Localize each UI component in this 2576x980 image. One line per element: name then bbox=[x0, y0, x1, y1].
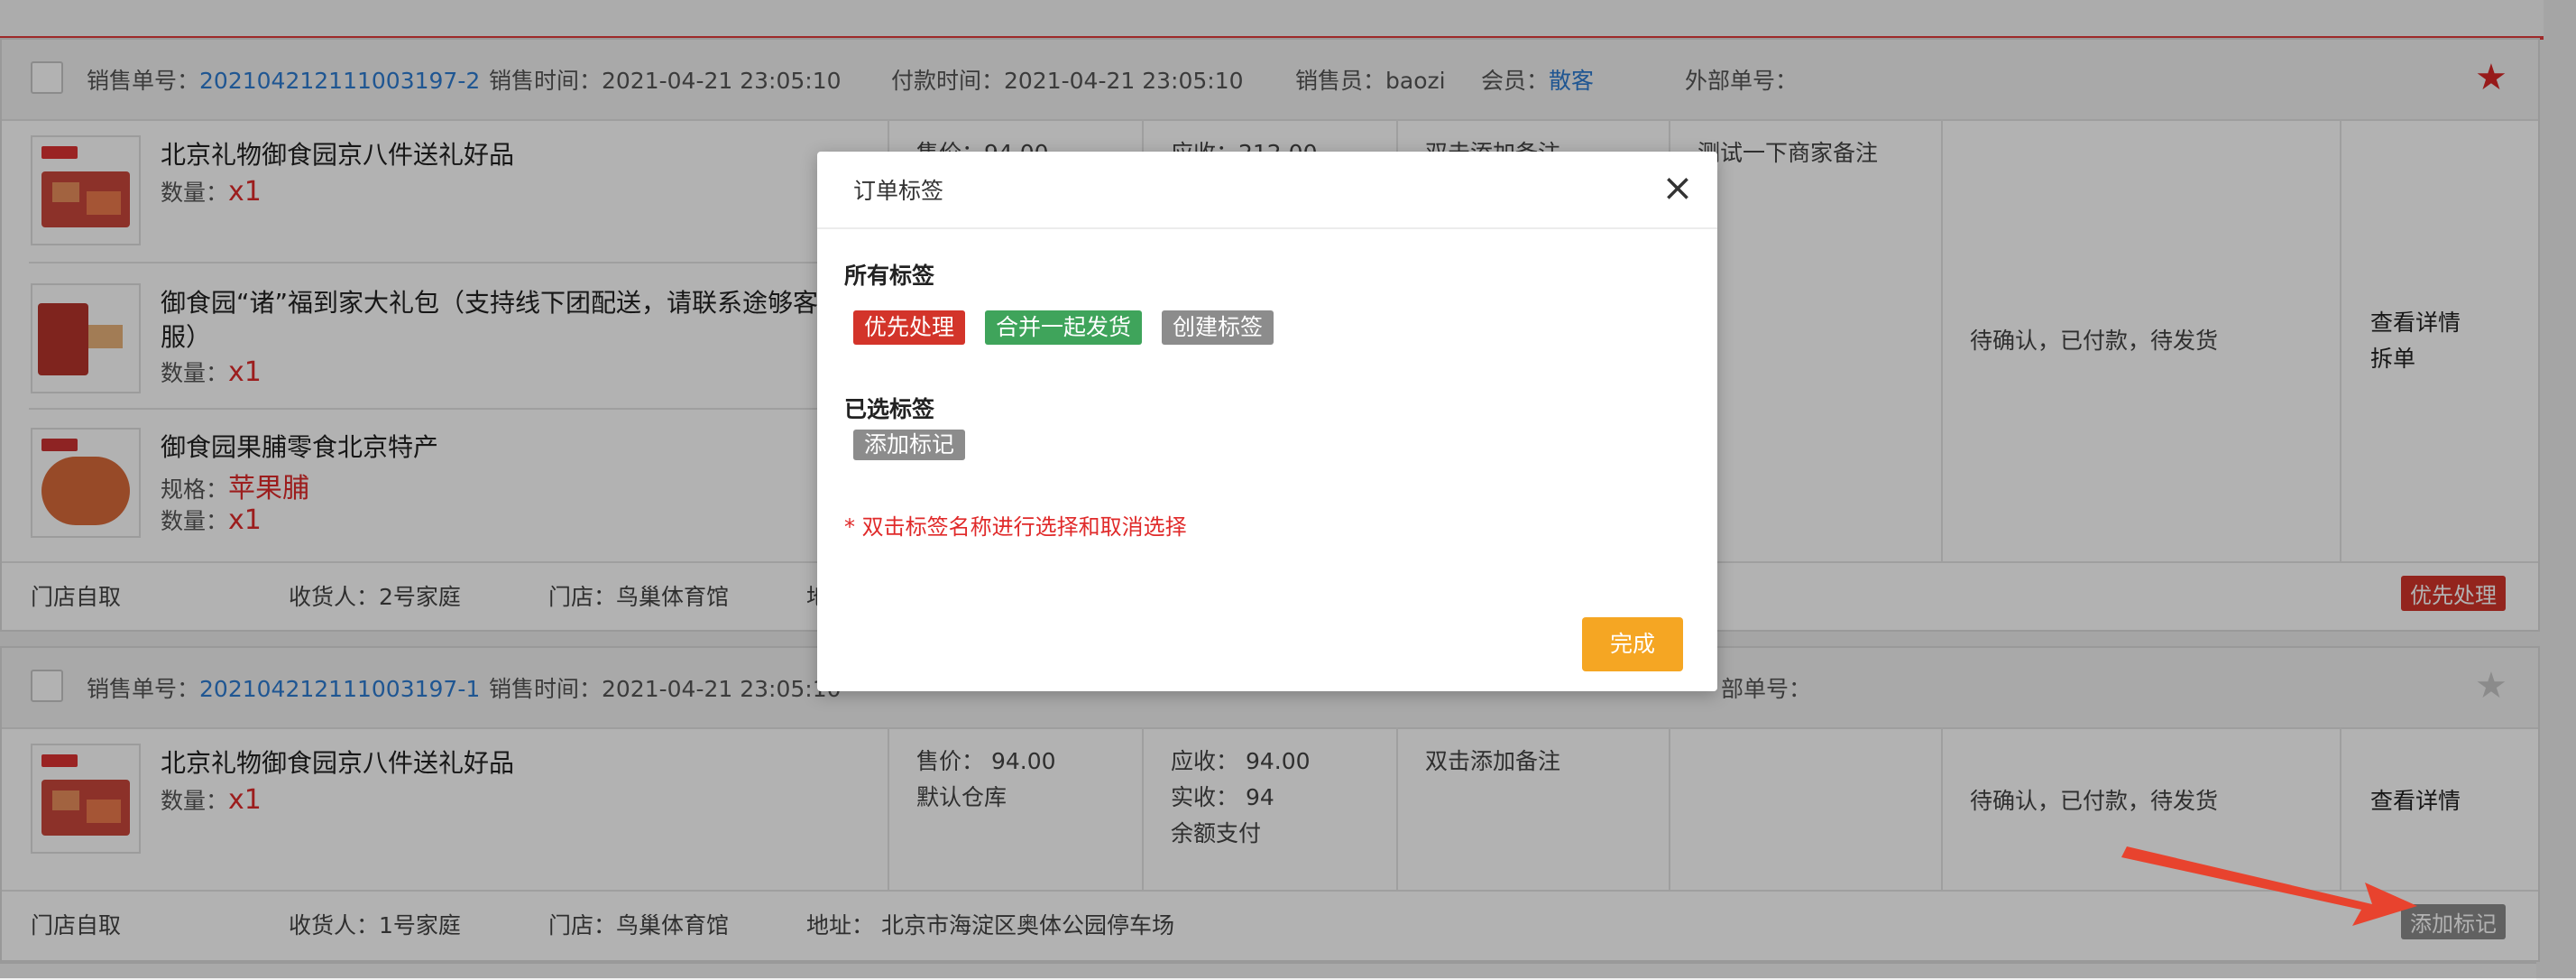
arrow-shape bbox=[2121, 846, 2417, 926]
annotation-arrow-icon bbox=[2121, 846, 2417, 926]
